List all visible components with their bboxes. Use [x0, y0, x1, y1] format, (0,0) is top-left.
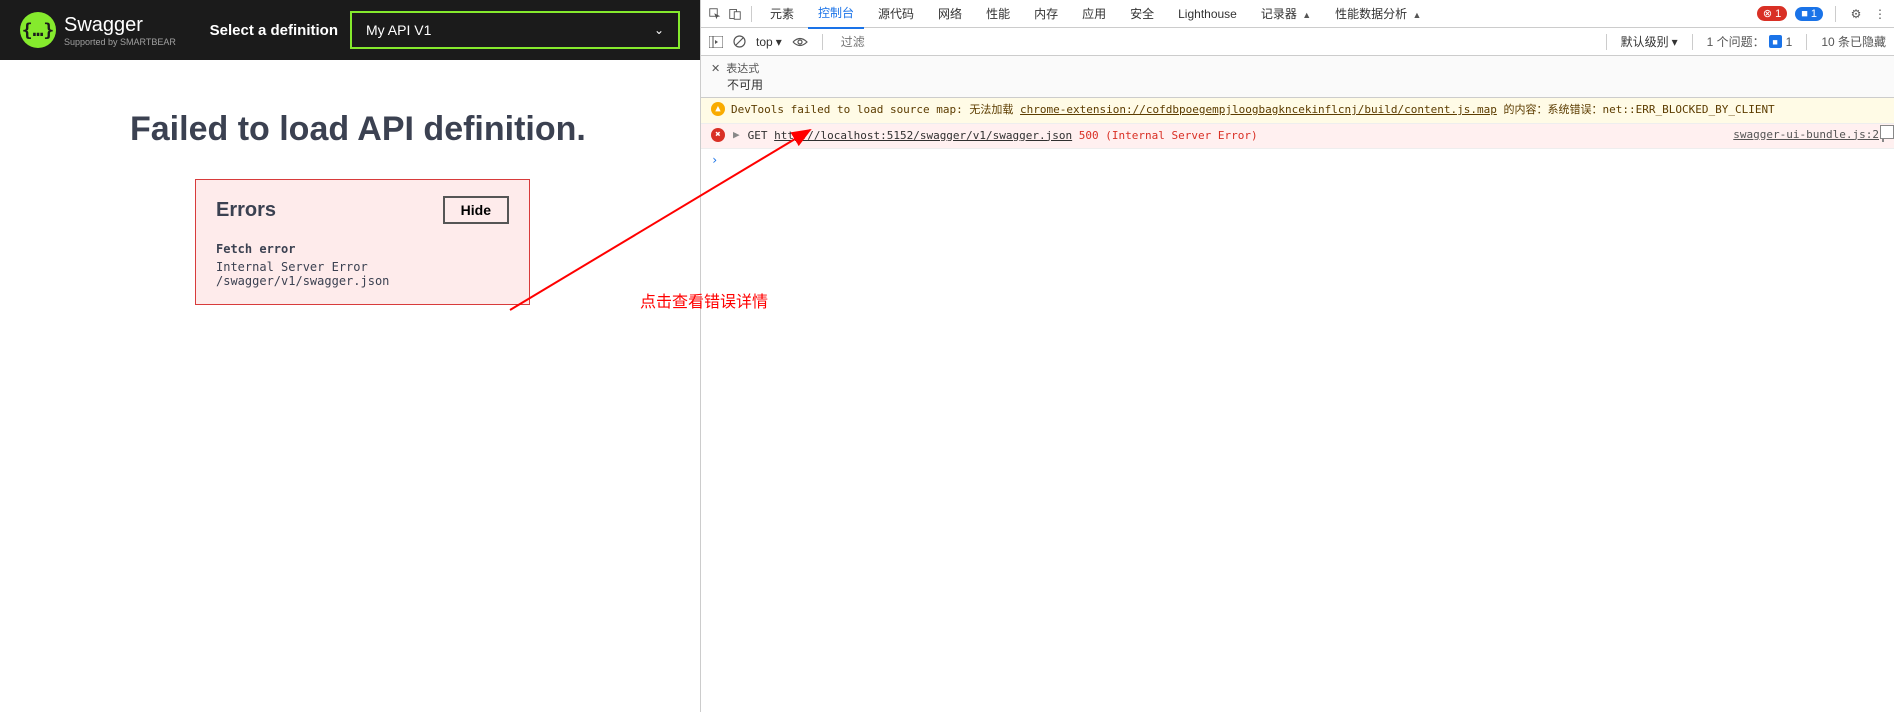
swagger-header: {…} Swagger Supported by SMARTBEAR Selec… — [0, 0, 700, 60]
definition-selector-area: Select a definition My API V1 ⌄ — [210, 11, 680, 49]
error-url-link[interactable]: http://localhost:5152/swagger/v1/swagger… — [774, 129, 1072, 142]
info-count-badge[interactable]: ■ 1 — [1795, 7, 1823, 21]
tab-security[interactable]: 安全 — [1120, 0, 1164, 28]
warning-icon: ▲ — [711, 102, 725, 116]
console-sidebar-toggle-icon[interactable] — [709, 36, 723, 48]
hidden-count[interactable]: 10 条已隐藏 — [1821, 33, 1886, 50]
filter-input[interactable] — [837, 33, 1592, 51]
console-warning-row: ▲ DevTools failed to load source map: 无法… — [701, 98, 1894, 124]
error-source-link[interactable]: swagger-ui-bundle.js:2 — [1733, 128, 1884, 141]
gear-icon[interactable]: ⚙ — [1848, 6, 1864, 22]
console-toolbar: top ▾ 默认级别 ▾ 1 个问题： ■ 1 10 条已隐藏 — [701, 28, 1894, 56]
copy-icon[interactable] — [1882, 127, 1884, 142]
error-count-badge[interactable]: ⊗ 1 — [1757, 6, 1787, 21]
expression-value: 不可用 — [711, 76, 1884, 93]
tab-elements[interactable]: 元素 — [760, 0, 804, 28]
swagger-logo-icon: {…} — [20, 12, 56, 48]
log-level-selector[interactable]: 默认级别 ▾ — [1621, 33, 1678, 50]
device-toolbar-icon[interactable] — [727, 6, 743, 22]
tab-perf-insights[interactable]: 性能数据分析 ▲ — [1325, 0, 1431, 28]
expression-label: 表达式 — [726, 60, 759, 76]
hide-button[interactable]: Hide — [443, 196, 509, 224]
swagger-logo-subtext: Supported by SMARTBEAR — [64, 37, 176, 47]
chevron-down-icon: ⌄ — [654, 23, 664, 37]
errors-box: Errors Hide Fetch error Internal Server … — [195, 179, 530, 305]
tab-recorder[interactable]: 记录器 ▲ — [1251, 0, 1321, 28]
live-expression-area: ✕ 表达式 不可用 — [701, 56, 1894, 98]
warning-url-link[interactable]: chrome-extension://cofdbpoegempjloogbagk… — [1020, 103, 1497, 116]
console-error-row: ✖ ▶ GET http://localhost:5152/swagger/v1… — [701, 124, 1894, 150]
devtools-panel: 元素 控制台 源代码 网络 性能 内存 应用 安全 Lighthouse 记录器… — [700, 0, 1894, 712]
close-expression-icon[interactable]: ✕ — [711, 62, 720, 75]
annotation-text: 点击查看错误详情 — [640, 288, 768, 312]
select-definition-label: Select a definition — [210, 22, 338, 39]
swagger-logo: {…} Swagger Supported by SMARTBEAR — [20, 12, 176, 48]
fetch-error-label: Fetch error — [216, 242, 509, 256]
tab-lighthouse[interactable]: Lighthouse — [1168, 1, 1247, 27]
console-prompt[interactable]: › — [701, 149, 1894, 171]
swagger-logo-text: Swagger — [64, 14, 176, 37]
error-icon: ✖ — [711, 128, 725, 142]
eye-icon[interactable] — [792, 37, 808, 47]
devtools-tabs: 元素 控制台 源代码 网络 性能 内存 应用 安全 Lighthouse 记录器… — [701, 0, 1894, 28]
clear-console-icon[interactable] — [733, 35, 746, 48]
definition-select-value: My API V1 — [366, 22, 431, 38]
tab-sources[interactable]: 源代码 — [868, 0, 924, 28]
tab-application[interactable]: 应用 — [1072, 0, 1116, 28]
inspect-element-icon[interactable] — [707, 6, 723, 22]
tab-memory[interactable]: 内存 — [1024, 0, 1068, 28]
fetch-error-detail: Internal Server Error /swagger/v1/swagge… — [216, 260, 509, 288]
error-page-title: Failed to load API definition. — [130, 110, 670, 149]
more-icon[interactable]: ⋮ — [1872, 6, 1888, 22]
context-selector[interactable]: top ▾ — [756, 35, 782, 49]
tab-performance[interactable]: 性能 — [976, 0, 1020, 28]
definition-select[interactable]: My API V1 ⌄ — [350, 11, 680, 49]
swagger-body: Failed to load API definition. Errors Hi… — [0, 60, 700, 355]
console-log-area: ▲ DevTools failed to load source map: 无法… — [701, 98, 1894, 712]
tab-console[interactable]: 控制台 — [808, 0, 864, 29]
issues-indicator[interactable]: 1 个问题： ■ 1 — [1707, 33, 1793, 50]
expand-caret-icon[interactable]: ▶ — [731, 128, 742, 141]
tab-network[interactable]: 网络 — [928, 0, 972, 28]
errors-heading: Errors — [216, 199, 276, 222]
warning-message: DevTools failed to load source map: 无法加载… — [731, 102, 1884, 119]
issue-badge-icon: ■ — [1769, 35, 1782, 48]
error-message: GET http://localhost:5152/swagger/v1/swa… — [748, 128, 1728, 145]
swagger-panel: {…} Swagger Supported by SMARTBEAR Selec… — [0, 0, 700, 712]
